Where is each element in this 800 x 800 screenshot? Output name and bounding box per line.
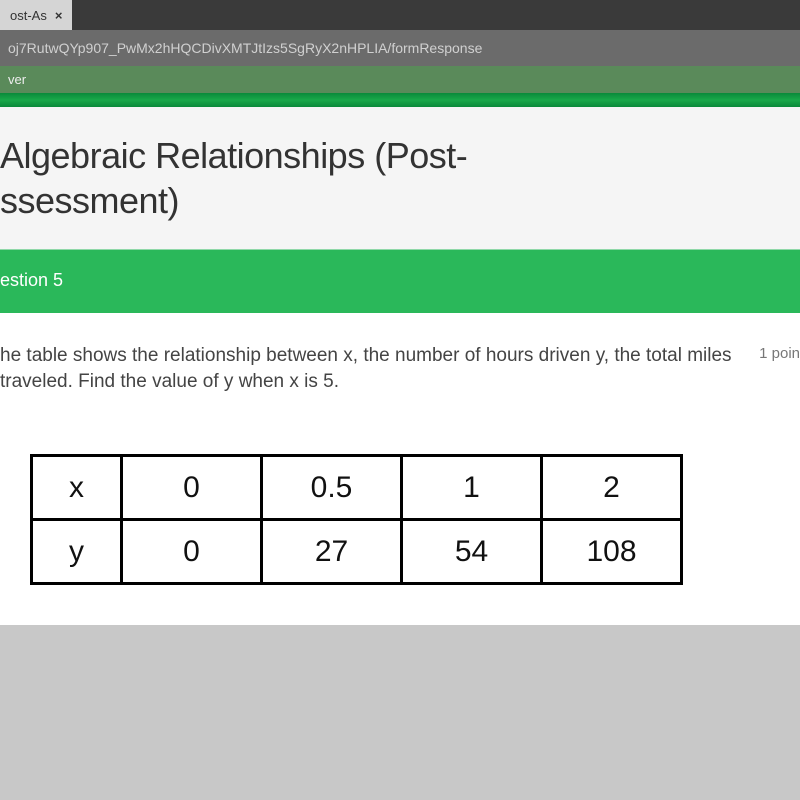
table-cell: 0 (122, 520, 262, 584)
data-table: x 0 0.5 1 2 y 0 27 54 108 (30, 454, 683, 585)
table-row: y 0 27 54 108 (32, 520, 682, 584)
title-line-2: ssessment) (0, 180, 179, 221)
form-accent-bar (0, 93, 800, 107)
form-content: Algebraic Relationships (Post- ssessment… (0, 93, 800, 625)
toolbar-item[interactable]: ver (8, 72, 26, 87)
bookmark-bar: ver (0, 66, 800, 93)
table-cell: 108 (542, 520, 682, 584)
question-body: he table shows the relationship between … (0, 313, 800, 625)
address-bar[interactable]: oj7RutwQYp907_PwMx2hHQCDivXMTJtIzs5SgRyX… (0, 30, 800, 66)
table-cell: 0 (122, 456, 262, 520)
tab-title: ost-As (10, 8, 47, 23)
table-cell: 1 (402, 456, 542, 520)
table-cell: 54 (402, 520, 542, 584)
table-row: x 0 0.5 1 2 (32, 456, 682, 520)
form-header: Algebraic Relationships (Post- ssessment… (0, 107, 800, 249)
question-header: estion 5 (0, 249, 800, 313)
browser-tab[interactable]: ost-As × (0, 0, 72, 30)
question-number: estion 5 (0, 270, 63, 290)
browser-tab-strip: ost-As × (0, 0, 800, 30)
table-cell: 0.5 (262, 456, 402, 520)
row-header-y: y (32, 520, 122, 584)
form-title: Algebraic Relationships (Post- ssessment… (0, 133, 800, 223)
row-header-x: x (32, 456, 122, 520)
url-text: oj7RutwQYp907_PwMx2hHQCDivXMTJtIzs5SgRyX… (8, 40, 482, 56)
close-icon[interactable]: × (55, 8, 63, 23)
table-cell: 2 (542, 456, 682, 520)
question-text: he table shows the relationship between … (0, 343, 747, 394)
question-points: 1 poin (759, 343, 800, 362)
table-cell: 27 (262, 520, 402, 584)
title-line-1: Algebraic Relationships (Post- (0, 135, 467, 176)
